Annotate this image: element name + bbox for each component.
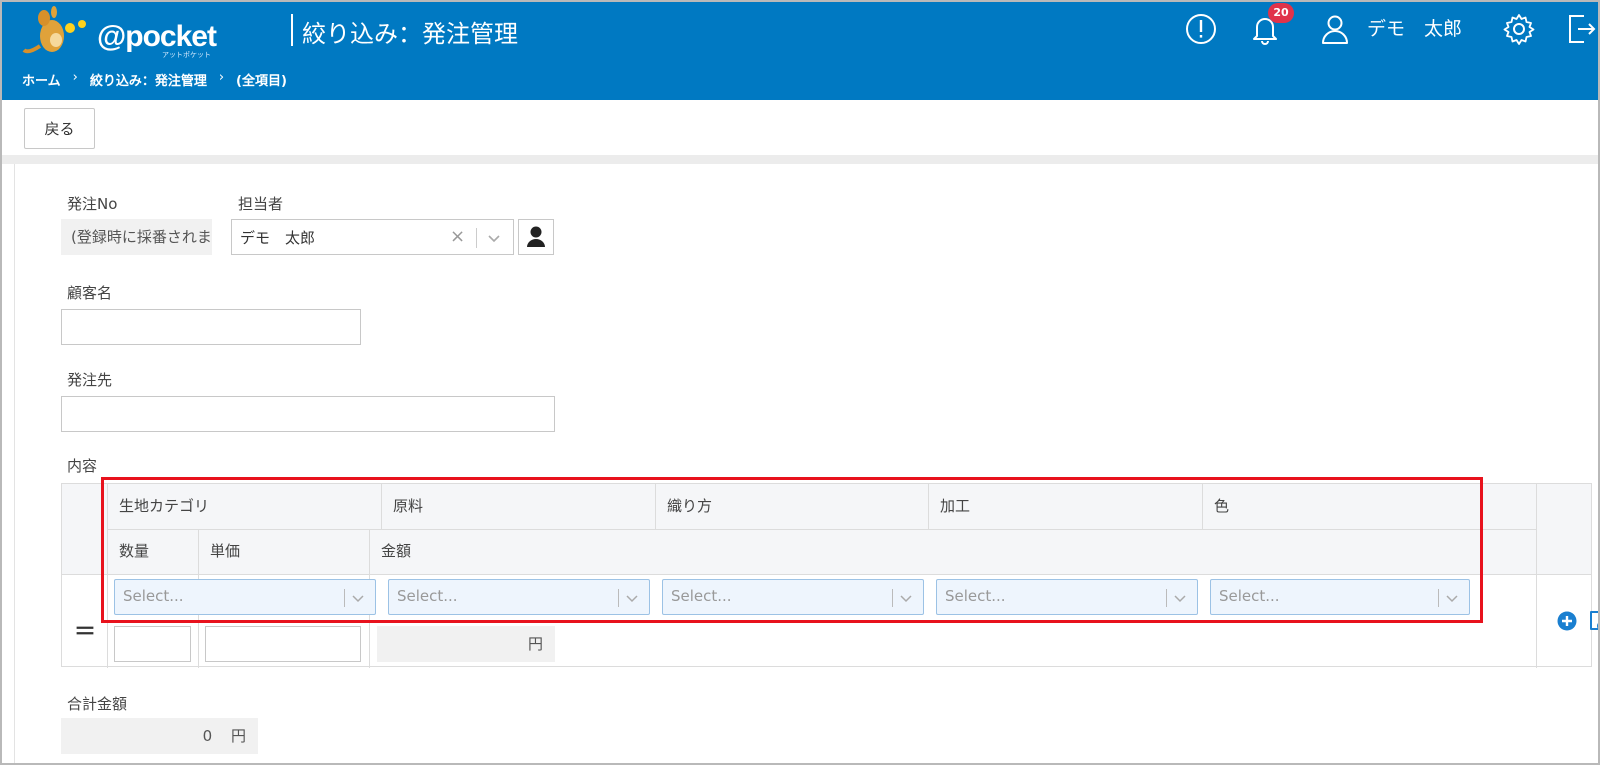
unit-price-input[interactable] bbox=[205, 626, 361, 662]
logo-text: @pocket bbox=[97, 20, 217, 53]
total-label: 合計金額 bbox=[67, 695, 128, 713]
app-window: @pocket アットポケット 絞り込み：発注管理 ホーム › 絞り込み：発注管… bbox=[0, 0, 1600, 765]
person-icon bbox=[527, 226, 545, 247]
breadcrumb-chevron-icon: › bbox=[218, 70, 225, 85]
tanto-select[interactable]: デモ 太郎 × bbox=[231, 219, 514, 255]
kangaroo-logo-icon bbox=[22, 6, 86, 54]
tanto-label: 担当者 bbox=[238, 195, 284, 213]
table-col-divider bbox=[1536, 484, 1537, 668]
customer-label: 顧客名 bbox=[67, 284, 113, 302]
app-header: @pocket アットポケット 絞り込み：発注管理 ホーム › 絞り込み：発注管… bbox=[2, 2, 1598, 100]
row-drag-handle[interactable]: ＝ bbox=[74, 614, 96, 646]
user-picker-button[interactable] bbox=[518, 219, 554, 255]
alert-icon[interactable] bbox=[1184, 12, 1218, 46]
notification-badge: 20 bbox=[1268, 3, 1294, 23]
quantity-input[interactable] bbox=[114, 626, 191, 662]
page-title: 絞り込み：発注管理 bbox=[302, 20, 518, 48]
tanto-select-value: デモ 太郎 bbox=[240, 229, 316, 247]
content-label: 内容 bbox=[67, 457, 98, 475]
chevron-down-icon[interactable] bbox=[484, 228, 504, 248]
title-separator bbox=[291, 14, 293, 46]
breadcrumb-filter[interactable]: 絞り込み：発注管理 bbox=[90, 70, 207, 89]
breadcrumb-chevron-icon: › bbox=[72, 70, 78, 85]
order-no-label: 発注No bbox=[67, 195, 118, 213]
content-border bbox=[14, 164, 15, 763]
supplier-input[interactable] bbox=[61, 396, 555, 432]
breadcrumb-current: (全項目) bbox=[236, 74, 287, 89]
customer-input[interactable] bbox=[61, 309, 361, 345]
toolbar-divider bbox=[2, 155, 1598, 164]
select-divider bbox=[476, 228, 477, 248]
user-name[interactable]: デモ 太郎 bbox=[1367, 14, 1462, 41]
highlight-box bbox=[101, 477, 1483, 623]
gear-icon[interactable] bbox=[1502, 12, 1536, 46]
total-amount: 0 円 bbox=[61, 718, 258, 754]
clear-icon[interactable]: × bbox=[450, 226, 465, 247]
total-value: 0 bbox=[202, 727, 213, 745]
app-logo[interactable]: @pocket アットポケット bbox=[22, 6, 222, 59]
order-no-value: (登録時に採番されます) bbox=[61, 219, 212, 255]
user-icon[interactable] bbox=[1318, 12, 1352, 46]
add-row-icon[interactable] bbox=[1555, 609, 1579, 633]
breadcrumb-home[interactable]: ホーム bbox=[22, 70, 61, 89]
total-unit: 円 bbox=[230, 727, 246, 745]
amount-value: 円 bbox=[377, 626, 555, 662]
amount-unit: 円 bbox=[527, 635, 543, 653]
copy-row-icon[interactable] bbox=[1586, 609, 1600, 633]
breadcrumb: ホーム › 絞り込み：発注管理 › (全項目) bbox=[22, 70, 287, 89]
supplier-label: 発注先 bbox=[67, 371, 113, 389]
back-button[interactable]: 戻る bbox=[24, 108, 95, 149]
logo-subtext: アットポケット bbox=[162, 51, 211, 59]
logout-icon[interactable] bbox=[1564, 12, 1598, 46]
